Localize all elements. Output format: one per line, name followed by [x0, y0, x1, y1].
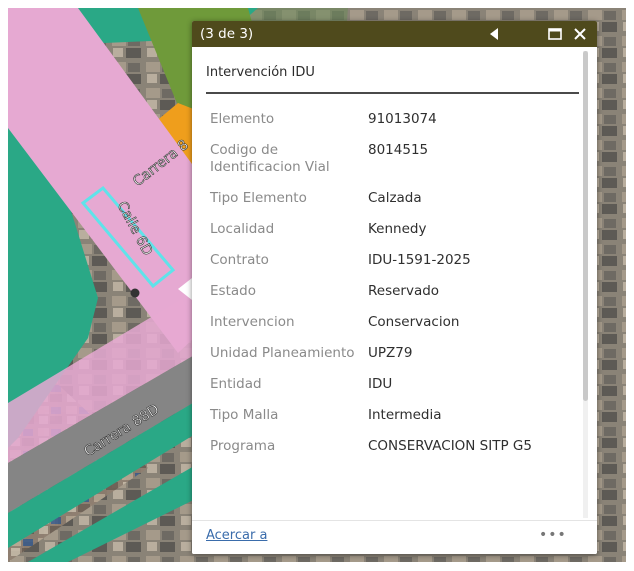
popup-content[interactable]: Intervención IDU Elemento 91013074 Codigo… [192, 47, 597, 518]
popup-footer: Acercar a ••• [192, 520, 597, 554]
attribute-row: Elemento 91013074 [210, 111, 580, 128]
scrollbar-thumb[interactable] [583, 51, 588, 401]
attribute-label: Tipo Malla [210, 407, 279, 423]
attribute-label: Estado [210, 283, 256, 299]
attribute-value: 91013074 [368, 111, 437, 127]
attribute-label: Localidad [210, 221, 275, 237]
attribute-value: 8014515 [368, 142, 429, 158]
previous-feature-button[interactable] [484, 21, 504, 47]
attribute-value: Calzada [368, 190, 422, 206]
attribute-label: Tipo Elemento [210, 190, 307, 206]
popup-title: Intervención IDU [206, 65, 315, 80]
x-icon [574, 28, 586, 40]
attribute-value: Reservado [368, 283, 440, 299]
attribute-row: Codigo de Identificacion Vial 8014515 [210, 142, 580, 176]
attribute-row: Intervencion Conservacion [210, 314, 580, 331]
popup-pointer [178, 278, 192, 300]
attribute-label: Contrato [210, 252, 269, 268]
attribute-label: Unidad Planeamiento [210, 345, 355, 361]
attribute-row: Localidad Kennedy [210, 221, 580, 238]
attribute-table: Elemento 91013074 Codigo de Identificacio… [210, 111, 580, 469]
attribute-value: UPZ79 [368, 345, 413, 361]
scrollbar[interactable] [583, 51, 588, 518]
attribute-row: Unidad Planeamiento UPZ79 [210, 345, 580, 362]
attribute-label: Codigo de Identificacion Vial [210, 142, 330, 175]
popup: (3 de 3) Intervención IDU Elemento 910130… [192, 21, 597, 554]
attribute-value: Intermedia [368, 407, 442, 423]
attribute-label: Elemento [210, 111, 275, 127]
attribute-label: Intervencion [210, 314, 295, 330]
attribute-row: Estado Reservado [210, 283, 580, 300]
close-button[interactable] [568, 21, 592, 47]
attribute-value: Kennedy [368, 221, 427, 237]
triangle-left-icon [490, 28, 498, 40]
maximize-button[interactable] [545, 21, 565, 47]
attribute-row: Contrato IDU-1591-2025 [210, 252, 580, 269]
attribute-label: Entidad [210, 376, 262, 392]
attribute-row: Tipo Malla Intermedia [210, 407, 580, 424]
zoom-to-link[interactable]: Acercar a [206, 528, 267, 543]
attribute-value: IDU [368, 376, 393, 392]
attribute-value: IDU-1591-2025 [368, 252, 471, 268]
attribute-row: Entidad IDU [210, 376, 580, 393]
feature-counter: (3 de 3) [200, 26, 254, 42]
attribute-value: Conservacion [368, 314, 460, 330]
title-divider [206, 92, 579, 94]
popup-header: (3 de 3) [192, 21, 597, 47]
square-icon [548, 28, 562, 40]
attribute-row: Programa CONSERVACION SITP G5 [210, 438, 580, 455]
attribute-value: CONSERVACION SITP G5 [368, 438, 532, 454]
attribute-label: Programa [210, 438, 276, 454]
more-options-icon[interactable]: ••• [539, 527, 567, 543]
attribute-row: Tipo Elemento Calzada [210, 190, 580, 207]
